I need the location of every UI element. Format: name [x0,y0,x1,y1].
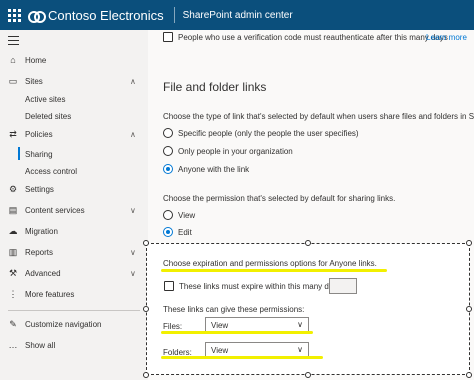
nav-content-services[interactable]: ▤ Content services ∨ [0,200,148,220]
files-permission-value: View [211,320,229,330]
verification-reauth-checkbox[interactable] [163,32,173,42]
link-type-question: Choose the type of link that's selected … [163,112,474,121]
nav-policies[interactable]: ⇄ Policies ∧ [0,124,148,144]
chevron-down-icon[interactable]: ∨ [130,269,136,278]
resize-handle[interactable] [143,372,149,378]
edit-icon: ✎ [9,318,17,329]
radio-edit-label: Edit [178,228,192,237]
brand-name: Contoso Electronics [48,7,164,23]
folders-permission-value: View [211,345,229,355]
advanced-icon: ⚒ [8,267,18,278]
chevron-down-icon[interactable]: ∨ [130,206,136,215]
resize-handle[interactable] [466,372,472,378]
resize-handle[interactable] [143,306,149,312]
nav-sharing-label: Sharing [25,149,53,159]
expire-links-label: These links must expire within this many… [179,282,342,291]
anyone-links-options-panel: Choose expiration and permissions option… [146,243,470,375]
nav-advanced[interactable]: ⚒ Advanced ∨ [0,263,148,283]
expiration-heading: Choose expiration and permissions option… [163,259,377,268]
learn-more-link[interactable]: Learn more [426,33,467,42]
resize-handle[interactable] [466,306,472,312]
more-features-icon: ⋮ [8,288,18,299]
reports-icon: ▥ [8,246,18,257]
verification-reauth-label: People who use a verification code must … [178,33,448,42]
nav-show-all[interactable]: … Show all [0,335,148,355]
nav-active-sites-label: Active sites [25,94,66,104]
nav-home[interactable]: ⌂ Home [0,50,148,70]
permission-question: Choose the permission that's selected by… [163,194,396,203]
suite-header: Contoso Electronics SharePoint admin cen… [0,0,474,30]
expire-days-input[interactable] [329,278,357,294]
chevron-down-icon: ∨ [297,320,303,329]
nav-home-label: Home [25,55,47,65]
nav-divider [8,310,140,311]
nav-advanced-label: Advanced [25,268,61,278]
brand[interactable]: Contoso Electronics [28,7,164,23]
waffle-icon [7,8,21,22]
ellipsis-icon: … [8,340,18,350]
radio-anyone-label: Anyone with the link [178,165,250,174]
radio-view-label: View [178,211,196,220]
highlight-mark [161,331,313,334]
chevron-up-icon[interactable]: ∧ [130,130,136,139]
highlight-mark [161,356,323,359]
expire-links-checkbox[interactable] [164,281,174,291]
radio-org-only-label: Only people in your organization [178,147,293,156]
chevron-down-icon: ∨ [297,345,303,354]
radio-specific-people[interactable] [163,128,173,138]
chevron-up-icon[interactable]: ∧ [130,77,136,86]
left-nav: ⌂ Home ▭ Sites ∧ Active sites Deleted si… [0,30,148,380]
resize-handle[interactable] [143,240,149,246]
policies-icon: ⇄ [9,128,17,139]
resize-handle[interactable] [305,240,311,246]
header-divider [173,7,175,23]
nav-settings-label: Settings [25,184,54,194]
nav-settings[interactable]: ⚙ Settings [0,179,148,199]
chevron-down-icon[interactable]: ∨ [130,248,136,257]
resize-handle[interactable] [305,372,311,378]
gear-icon: ⚙ [8,183,18,194]
radio-view[interactable] [163,210,173,220]
nav-more-features-label: More features [25,289,75,299]
nav-migration[interactable]: ☁ Migration [0,221,148,241]
nav-reports[interactable]: ▥ Reports ∨ [0,242,148,262]
nav-customize-navigation-label: Customize navigation [25,319,102,329]
files-label: Files: [163,322,183,331]
content-services-icon: ▤ [8,204,18,215]
hamburger-icon[interactable] [8,36,19,48]
sites-icon: ▭ [8,75,18,86]
nav-sites[interactable]: ▭ Sites ∧ [0,71,148,91]
app-launcher-button[interactable] [0,0,28,30]
contoso-logo-icon [28,7,46,23]
file-folder-links-heading: File and folder links [163,80,267,94]
nav-sites-label: Sites [25,76,43,86]
nav-deleted-sites-label: Deleted sites [25,111,72,121]
nav-show-all-label: Show all [25,340,56,350]
nav-customize-navigation[interactable]: ✎ Customize navigation [0,314,148,334]
nav-deleted-sites[interactable]: Deleted sites [0,106,148,126]
highlight-mark [161,269,387,272]
radio-specific-people-label: Specific people (only the people the use… [178,129,359,138]
resize-handle[interactable] [466,240,472,246]
permissions-label: These links can give these permissions: [163,305,305,314]
home-icon: ⌂ [10,55,16,65]
nav-migration-label: Migration [25,226,58,236]
nav-access-control-label: Access control [25,166,78,176]
nav-more-features[interactable]: ⋮ More features [0,284,148,304]
radio-org-only[interactable] [163,146,173,156]
nav-policies-label: Policies [25,129,53,139]
migration-icon: ☁ [8,225,18,236]
radio-edit[interactable] [163,227,173,237]
radio-anyone[interactable] [163,164,173,174]
nav-reports-label: Reports [25,247,54,257]
nav-content-services-label: Content services [25,205,85,215]
nav-access-control[interactable]: Access control [0,161,148,181]
app-title[interactable]: SharePoint admin center [183,10,293,21]
